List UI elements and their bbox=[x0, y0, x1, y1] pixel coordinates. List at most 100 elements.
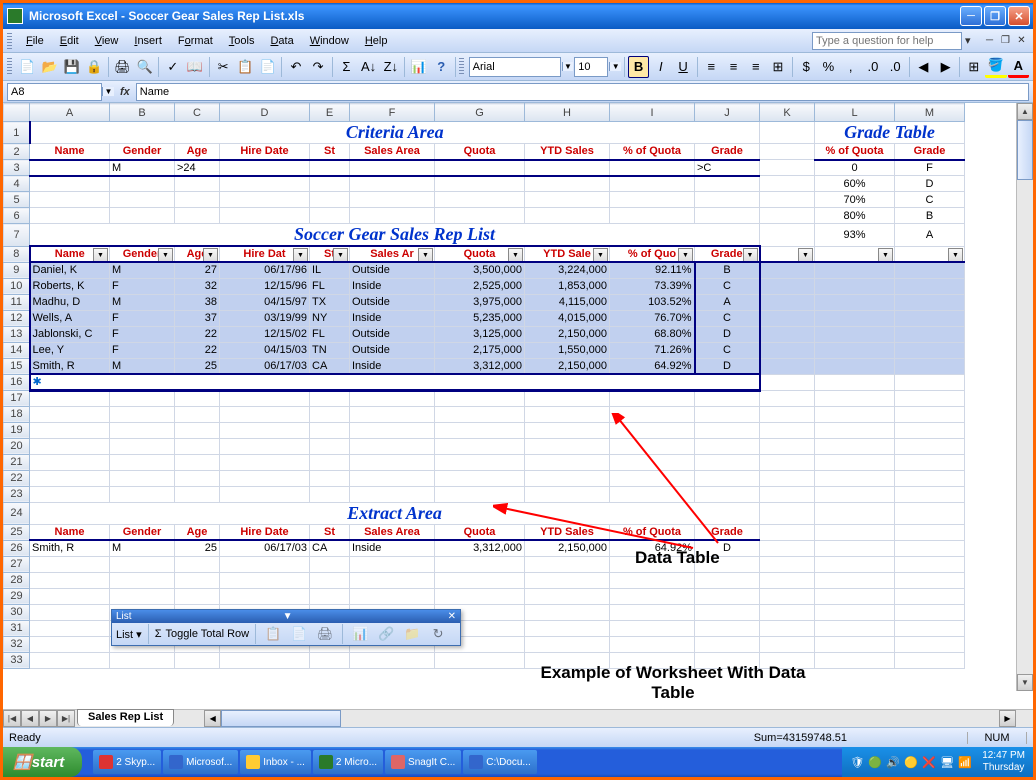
col-header[interactable]: J bbox=[695, 104, 760, 122]
menu-file[interactable]: File bbox=[18, 33, 52, 49]
italic-button[interactable]: I bbox=[650, 56, 671, 78]
preview-icon[interactable]: 🔍 bbox=[134, 56, 155, 78]
list-tool-icon[interactable]: 🖨 bbox=[314, 623, 336, 645]
col-header[interactable]: M bbox=[895, 104, 965, 122]
taskbar-item[interactable]: 2 Micro... bbox=[313, 750, 383, 774]
tray-icon[interactable]: 🔊 bbox=[886, 755, 900, 769]
decrease-indent-icon[interactable]: ◀ bbox=[913, 56, 934, 78]
taskbar-item[interactable]: 2 Skyp... bbox=[93, 750, 161, 774]
taskbar-item[interactable]: C:\Docu... bbox=[463, 750, 536, 774]
menu-window[interactable]: Window bbox=[302, 33, 357, 49]
scroll-up-icon[interactable]: ▲ bbox=[1017, 103, 1033, 120]
grip-icon[interactable] bbox=[459, 58, 464, 76]
sort-desc-icon[interactable]: Z↓ bbox=[380, 56, 401, 78]
row-header[interactable]: 11 bbox=[4, 294, 30, 310]
tray-icon[interactable]: 🛡 bbox=[850, 755, 864, 769]
start-button[interactable]: 🪟 start bbox=[3, 747, 82, 777]
merge-icon[interactable]: ⊞ bbox=[767, 56, 788, 78]
list-tool-icon[interactable]: 🔗 bbox=[375, 623, 397, 645]
scroll-thumb[interactable] bbox=[221, 710, 341, 727]
list-tool-icon[interactable]: 📋 bbox=[262, 623, 284, 645]
menu-edit[interactable]: Edit bbox=[52, 33, 87, 49]
row-header[interactable]: 6 bbox=[4, 208, 30, 224]
maximize-button[interactable]: ❐ bbox=[984, 6, 1006, 26]
col-header[interactable]: G bbox=[435, 104, 525, 122]
bold-button[interactable]: B bbox=[628, 56, 649, 78]
font-name-select[interactable]: Arial bbox=[469, 57, 561, 77]
permission-icon[interactable]: 🔒 bbox=[84, 56, 105, 78]
row-header[interactable]: 10 bbox=[4, 278, 30, 294]
menu-data[interactable]: Data bbox=[262, 33, 301, 49]
first-tab-icon[interactable]: |◀ bbox=[3, 710, 21, 727]
row-header[interactable]: 17 bbox=[4, 390, 30, 406]
prev-tab-icon[interactable]: ◀ bbox=[21, 710, 39, 727]
currency-icon[interactable]: $ bbox=[796, 56, 817, 78]
align-right-icon[interactable]: ≡ bbox=[745, 56, 766, 78]
doc-restore-button[interactable]: ❐ bbox=[998, 33, 1013, 48]
sheet-tab[interactable]: Sales Rep List bbox=[77, 709, 174, 726]
help-search-input[interactable] bbox=[812, 32, 962, 50]
percent-icon[interactable]: % bbox=[818, 56, 839, 78]
new-icon[interactable]: 📄 bbox=[17, 56, 38, 78]
list-tool-icon[interactable]: 📁 bbox=[401, 623, 423, 645]
scroll-right-icon[interactable]: ▶ bbox=[999, 710, 1016, 727]
row-header[interactable]: 3 bbox=[4, 160, 30, 176]
scroll-left-icon[interactable]: ◀ bbox=[204, 710, 221, 727]
horizontal-scrollbar[interactable]: ◀ ▶ bbox=[204, 710, 1033, 727]
doc-minimize-button[interactable]: ─ bbox=[982, 33, 997, 48]
row-header[interactable]: 27 bbox=[4, 556, 30, 572]
copy-icon[interactable]: 📋 bbox=[235, 56, 256, 78]
row-header[interactable]: 26 bbox=[4, 540, 30, 556]
fx-icon[interactable]: fx bbox=[120, 86, 130, 98]
list-toolbar-close-icon[interactable]: ✕ bbox=[448, 611, 456, 622]
menu-view[interactable]: View bbox=[87, 33, 127, 49]
grip-icon[interactable] bbox=[7, 33, 12, 49]
font-size-select[interactable]: 10 bbox=[574, 57, 608, 77]
list-tool-icon[interactable]: 📊 bbox=[349, 623, 371, 645]
col-header[interactable]: D bbox=[220, 104, 310, 122]
spell-icon[interactable]: ✓ bbox=[162, 56, 183, 78]
tray-icon[interactable]: 🟡 bbox=[904, 755, 918, 769]
row-header[interactable]: 24 bbox=[4, 502, 30, 524]
name-box[interactable]: A8 bbox=[7, 83, 102, 101]
taskbar-item[interactable]: Inbox - ... bbox=[240, 750, 311, 774]
comma-icon[interactable]: , bbox=[840, 56, 861, 78]
row-header[interactable]: 15 bbox=[4, 358, 30, 374]
research-icon[interactable]: 📖 bbox=[184, 56, 205, 78]
row-header[interactable]: 9 bbox=[4, 262, 30, 278]
menu-help[interactable]: Help bbox=[357, 33, 396, 49]
menu-tools[interactable]: Tools bbox=[221, 33, 263, 49]
row-header[interactable]: 4 bbox=[4, 176, 30, 192]
tray-icon[interactable]: ❌ bbox=[922, 755, 936, 769]
menu-format[interactable]: Format bbox=[170, 33, 221, 49]
row-header[interactable]: 23 bbox=[4, 486, 30, 502]
vertical-scrollbar[interactable]: ▲ ▼ bbox=[1016, 103, 1033, 691]
col-header[interactable]: C bbox=[175, 104, 220, 122]
col-header[interactable]: I bbox=[610, 104, 695, 122]
tray-icon[interactable]: 📶 bbox=[958, 755, 972, 769]
col-header[interactable]: E bbox=[310, 104, 350, 122]
list-tool-icon[interactable]: ↻ bbox=[427, 623, 449, 645]
underline-button[interactable]: U bbox=[672, 56, 693, 78]
fill-color-icon[interactable]: 🪣 bbox=[985, 56, 1006, 78]
row-header[interactable]: 7 bbox=[4, 224, 30, 247]
undo-icon[interactable]: ↶ bbox=[285, 56, 306, 78]
row-header[interactable]: 32 bbox=[4, 636, 30, 652]
help-icon[interactable]: ? bbox=[431, 56, 452, 78]
row-header[interactable]: 33 bbox=[4, 652, 30, 668]
sigma-icon[interactable]: Σ bbox=[155, 628, 162, 640]
row-header[interactable]: 30 bbox=[4, 604, 30, 620]
list-floating-toolbar[interactable]: List▼✕ List ▾ Σ Toggle Total Row 📋 📄 🖨 📊… bbox=[111, 609, 461, 646]
open-icon[interactable]: 📂 bbox=[39, 56, 60, 78]
row-header[interactable]: 19 bbox=[4, 422, 30, 438]
last-tab-icon[interactable]: ▶| bbox=[57, 710, 75, 727]
row-header[interactable]: 21 bbox=[4, 454, 30, 470]
cut-icon[interactable]: ✂ bbox=[213, 56, 234, 78]
font-color-icon[interactable]: A bbox=[1008, 56, 1029, 78]
align-center-icon[interactable]: ≡ bbox=[723, 56, 744, 78]
chart-icon[interactable]: 📊 bbox=[408, 56, 429, 78]
row-header[interactable]: 5 bbox=[4, 192, 30, 208]
formula-bar[interactable]: Name bbox=[136, 83, 1029, 101]
list-menu-button[interactable]: List ▾ bbox=[116, 628, 142, 641]
col-header[interactable]: B bbox=[110, 104, 175, 122]
